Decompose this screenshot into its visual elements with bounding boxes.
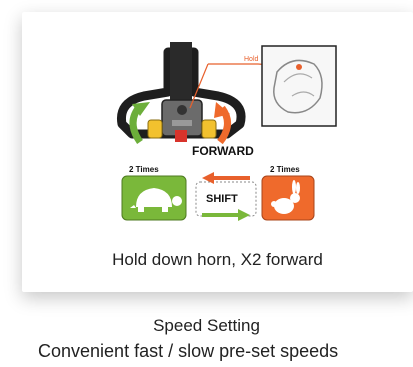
slow-times-label: 2 Times (129, 165, 159, 174)
fast-mode-tile (261, 175, 315, 221)
right-thumb-wheel (201, 119, 217, 139)
shift-label: SHIFT (206, 193, 238, 205)
figure-subtitle: Convenient fast / slow pre-set speeds (38, 341, 339, 361)
inset-horn-highlight (296, 64, 302, 70)
figure-title: Speed Setting (153, 316, 260, 335)
direction-label: FORWARD (192, 144, 254, 158)
hold-tag: Hold (244, 56, 259, 63)
horn-button (175, 130, 187, 142)
speed-setting-illustration: Hold FORWARD 2 Times 2 Times SHIFT (116, 42, 337, 221)
tiller-shaft (170, 42, 192, 102)
instruction-card: Hold FORWARD 2 Times 2 Times SHIFT Hold … (22, 12, 413, 292)
card-caption: Hold down horn, X2 forward (112, 250, 323, 269)
fast-times-label: 2 Times (270, 165, 300, 174)
left-thumb-wheel (147, 119, 163, 139)
shift-right-arrow (202, 209, 250, 221)
detail-inset (261, 45, 337, 127)
